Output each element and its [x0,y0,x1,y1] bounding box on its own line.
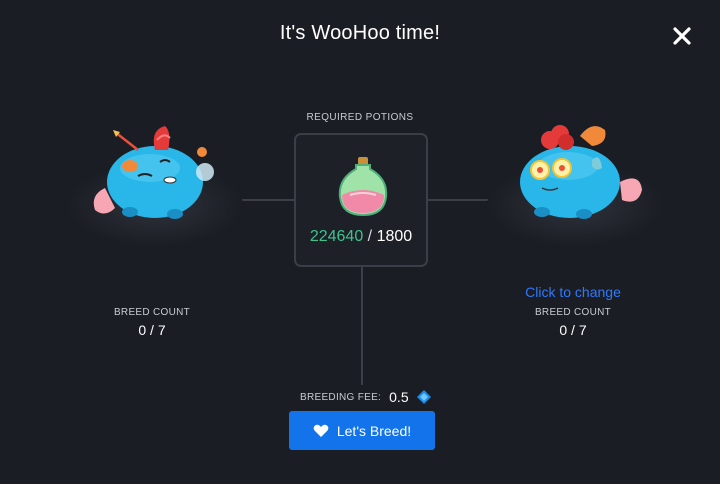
left-axie-image[interactable] [60,110,250,260]
heart-icon [313,424,329,437]
breeding-fee-row: BREEDING FEE: 0.5 [300,389,431,405]
right-axie-image[interactable] [480,110,670,260]
lets-breed-button[interactable]: Let's Breed! [289,411,435,450]
required-potions-label: REQUIRED POTIONS [306,112,414,123]
right-breed-count-label: BREED COUNT [534,307,612,318]
right-breed-count-value: 0 / 7 [559,322,587,338]
breeding-modal: It's WooHoo time! REQUIRED POTIONS 22464… [0,0,720,484]
breeding-fee-value: 0.5 [389,389,409,405]
lets-breed-label: Let's Breed! [336,422,412,439]
modal-title: It's WooHoo time! [279,22,441,44]
breeding-fee-label: BREEDING FEE: [300,391,382,403]
potion-need: 1800 [376,228,413,245]
connector-down [361,267,363,385]
axs-token-icon [416,390,431,404]
click-to-change-link[interactable]: Click to change [480,284,666,300]
close-icon[interactable] [670,24,694,48]
required-potions-card: 224640 / 1800 [294,133,428,267]
potion-flask-icon [338,157,388,217]
left-breed-count-value: 0 / 7 [138,322,166,338]
potion-count: 224640 / 1800 [296,228,426,246]
potion-have: 224640 [309,228,364,245]
left-breed-count-label: BREED COUNT [113,307,191,318]
potion-separator: / [367,228,373,245]
